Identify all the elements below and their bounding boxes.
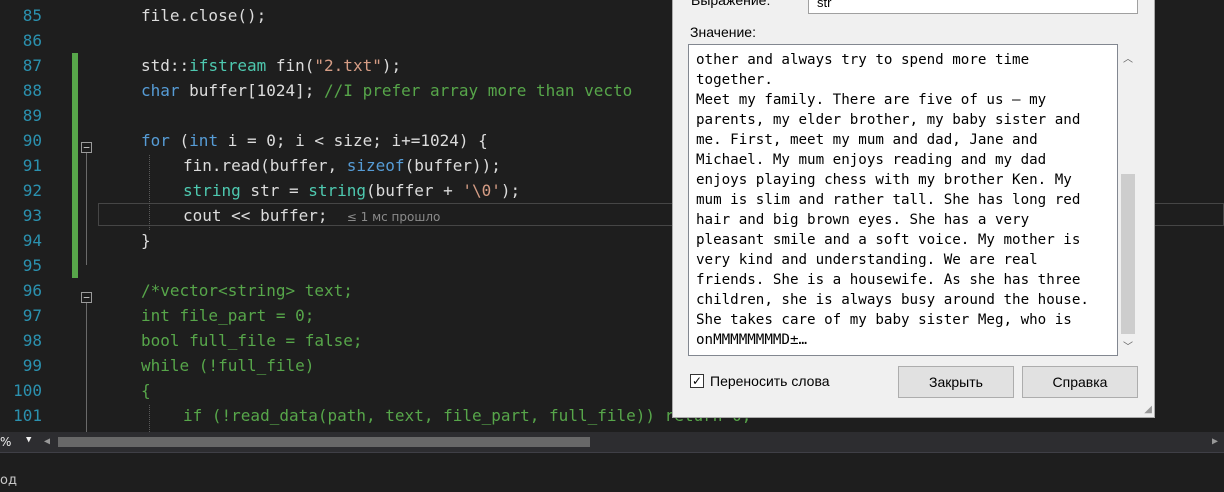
- code-line-100: {: [141, 378, 151, 403]
- code-text: bool full_file = false;: [141, 331, 363, 350]
- line-number: 100: [13, 381, 42, 400]
- change-marker: [72, 253, 78, 278]
- checkmark-icon: ✓: [691, 374, 703, 388]
- code-line-94: }: [141, 228, 151, 253]
- code-text: (buffer));: [404, 156, 501, 175]
- line-number: 95: [22, 256, 42, 275]
- code-text: cout << buffer;: [183, 206, 328, 225]
- line-number: 94: [22, 231, 42, 250]
- line-number: 87: [22, 56, 42, 75]
- text-visualizer-dialog: Выражение: str Значение: other and alway…: [672, 0, 1155, 418]
- collapse-icon[interactable]: −: [81, 142, 92, 153]
- indent-guide: [149, 405, 150, 432]
- code-text: for: [141, 131, 170, 150]
- code-text: int: [189, 131, 219, 150]
- code-text: while (!full_file): [141, 356, 315, 375]
- code-text: sizeof: [346, 156, 405, 175]
- zoom-level[interactable]: %: [0, 434, 11, 450]
- value-label: Значение:: [690, 24, 756, 40]
- code-text: "2.txt": [314, 56, 382, 75]
- collapse-icon[interactable]: −: [81, 292, 92, 303]
- chevron-down-icon[interactable]: ▼: [26, 435, 31, 445]
- code-text: buffer[1024];: [179, 81, 325, 100]
- code-line-90: for (int i = 0; i < size; i+=1024) {: [141, 128, 488, 153]
- expression-field[interactable]: str: [808, 0, 1138, 14]
- code-line-97: int file_part = 0;: [141, 303, 314, 328]
- value-textarea[interactable]: other and always try to spend more time …: [688, 44, 1118, 356]
- line-number: 89: [22, 106, 42, 125]
- change-marker: [72, 203, 78, 228]
- change-marker: [72, 53, 78, 78]
- word-wrap-checkbox[interactable]: ✓: [690, 374, 704, 388]
- output-panel: од: [0, 452, 1224, 492]
- line-number: 92: [22, 181, 42, 200]
- code-text: }: [141, 231, 151, 250]
- code-text: /*vector<string> text;: [141, 281, 353, 300]
- code-text: i = 0; i < size; i+=1024) {: [218, 131, 488, 150]
- line-number: 86: [22, 31, 42, 50]
- change-marker: [72, 78, 78, 103]
- code-text: if (!read_data(path, text, file_part, fu…: [183, 406, 752, 425]
- code-text: '\0': [462, 181, 501, 200]
- code-text: char: [141, 81, 180, 100]
- panel-label: од: [0, 473, 17, 488]
- code-line-99: while (!full_file): [141, 353, 314, 378]
- change-marker: [72, 103, 78, 128]
- code-text: fin(: [266, 56, 315, 75]
- code-text: //I prefer array more than vecto: [324, 81, 633, 100]
- code-text: fin.read(buffer,: [183, 156, 347, 175]
- scrollbar-thumb[interactable]: [58, 437, 590, 447]
- code-line-88: char buffer[1024]; //I prefer array more…: [141, 78, 632, 103]
- code-line-98: bool full_file = false;: [141, 328, 363, 353]
- code-text: (buffer +: [366, 181, 463, 200]
- line-number: 93: [22, 206, 42, 225]
- code-text: file.close();: [141, 6, 267, 25]
- code-line-85: file.close();: [141, 3, 266, 28]
- line-number: 88: [22, 81, 42, 100]
- perf-tip[interactable]: ≤ 1 мс прошло: [347, 210, 441, 224]
- help-button[interactable]: Справка: [1022, 366, 1138, 398]
- fold-guide: [86, 148, 87, 265]
- code-text: );: [381, 56, 402, 75]
- code-text: std::: [141, 56, 190, 75]
- line-number: 101: [13, 406, 42, 425]
- code-line-92: string str = string(buffer + '\0');: [183, 178, 520, 203]
- word-wrap-label: Переносить слова: [710, 373, 830, 389]
- fold-guide: [86, 298, 87, 432]
- line-number: 85: [22, 6, 42, 25]
- code-line-101: if (!read_data(path, text, file_part, fu…: [183, 403, 751, 428]
- value-text: other and always try to spend more time …: [696, 52, 1089, 348]
- change-marker: [72, 178, 78, 203]
- code-line-93: cout << buffer; ≤ 1 мс прошло: [183, 203, 440, 230]
- code-line-87: std::ifstream fin("2.txt");: [141, 53, 401, 78]
- code-text: str =: [240, 181, 309, 200]
- resize-grip-icon[interactable]: ◢: [1144, 404, 1152, 415]
- change-marker: [72, 228, 78, 253]
- close-button[interactable]: Закрыть: [898, 366, 1014, 398]
- code-text: );: [500, 181, 521, 200]
- code-line-96: /*vector<string> text;: [141, 278, 353, 303]
- scroll-left-icon[interactable]: ◀: [44, 436, 50, 447]
- code-text: string: [308, 181, 367, 200]
- line-number: 99: [22, 356, 42, 375]
- line-number: 98: [22, 331, 42, 350]
- expression-label: Выражение:: [691, 0, 771, 8]
- scroll-up-icon[interactable]: ︿: [1123, 50, 1133, 65]
- indent-guide: [149, 155, 150, 230]
- code-text: {: [141, 381, 151, 400]
- vertical-scrollbar[interactable]: ︿ ﹀: [1119, 44, 1137, 356]
- code-text: string: [183, 181, 241, 200]
- code-text: (: [169, 131, 190, 150]
- horizontal-scrollbar[interactable]: % ▼ ◀ ▶: [0, 432, 1224, 452]
- code-text: int file_part = 0;: [141, 306, 315, 325]
- scroll-down-icon[interactable]: ﹀: [1123, 338, 1133, 353]
- code-line-91: fin.read(buffer, sizeof(buffer));: [183, 153, 501, 178]
- scrollbar-thumb[interactable]: [1121, 174, 1135, 334]
- scroll-right-icon[interactable]: ▶: [1212, 436, 1218, 447]
- code-text: ifstream: [189, 56, 267, 75]
